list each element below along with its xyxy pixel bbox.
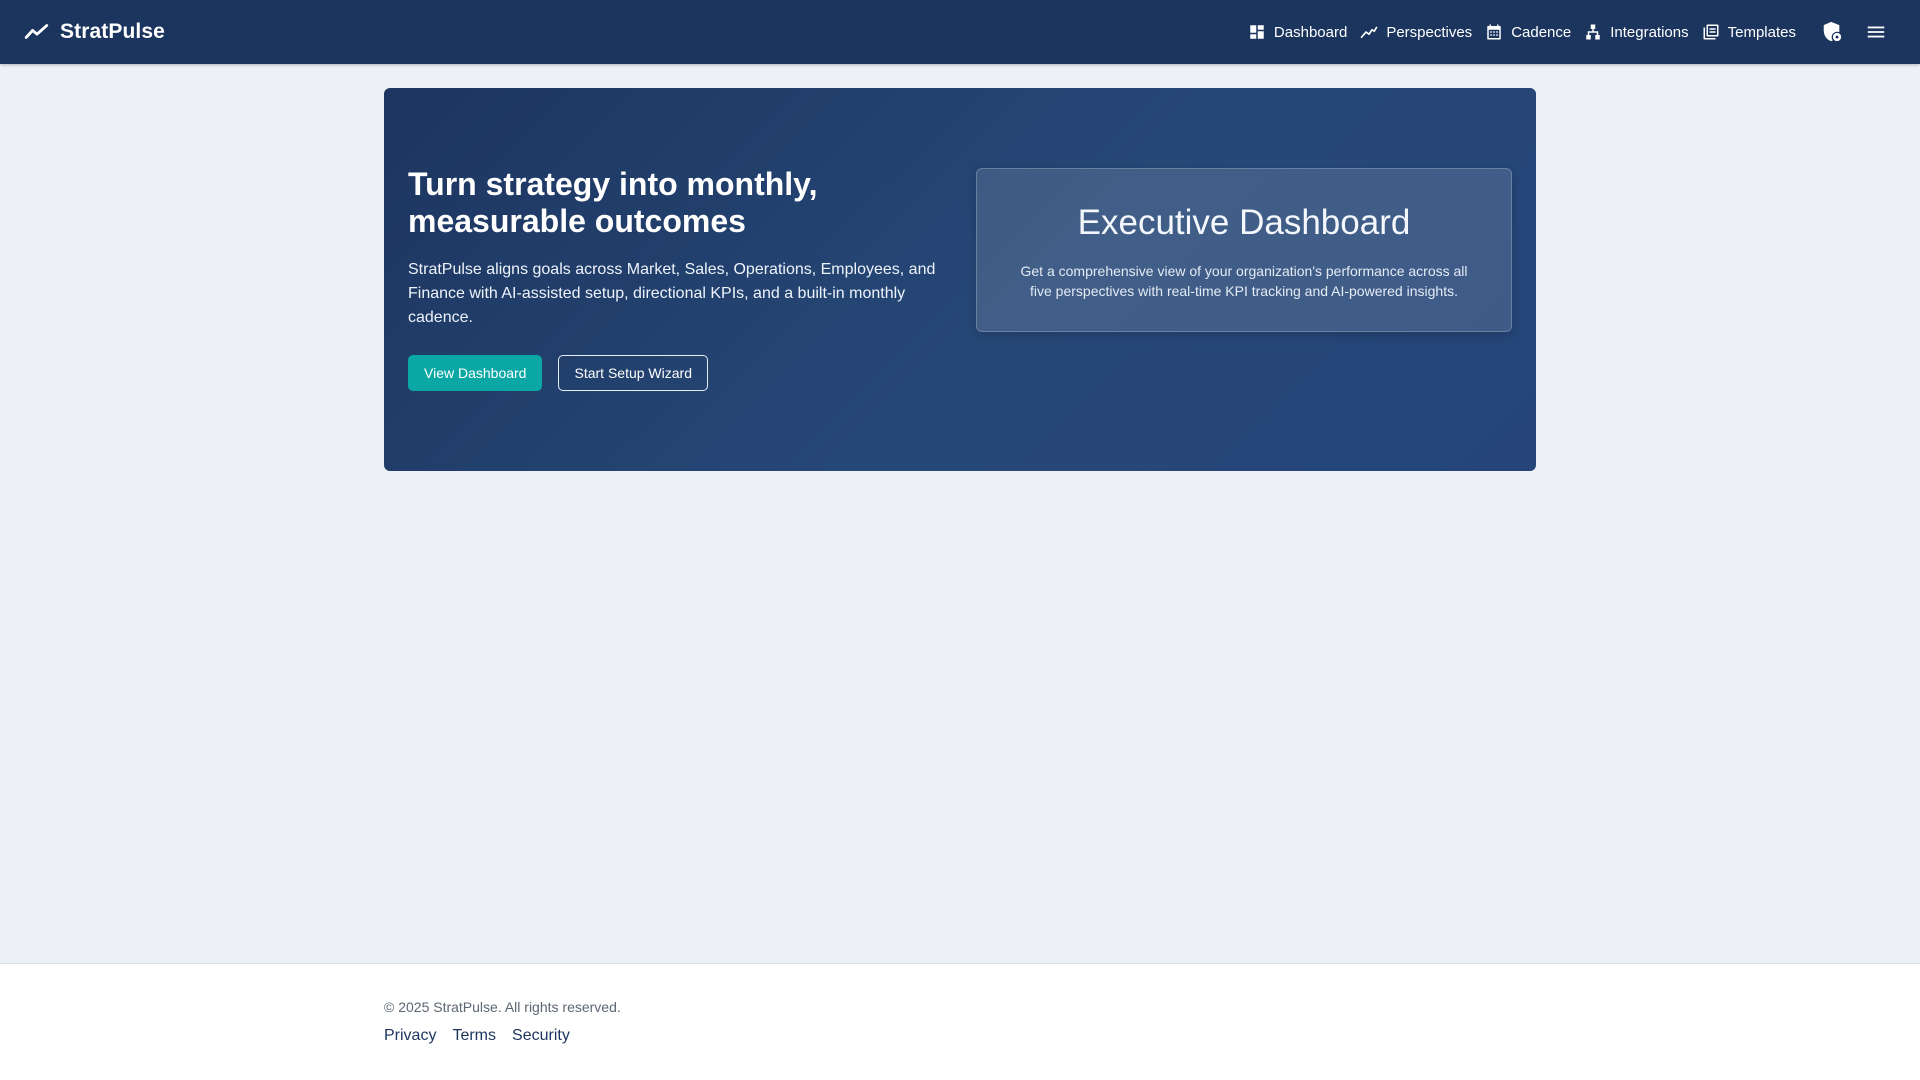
nav-item-templates[interactable]: Templates (1696, 12, 1802, 52)
footer: © 2025 StratPulse. All rights reserved. … (0, 963, 1920, 1080)
nav-item-dashboard[interactable]: Dashboard (1242, 12, 1353, 52)
footer-links: Privacy Terms Security (384, 1027, 570, 1045)
main-nav: Dashboard Perspectives Cadence Integrati… (1241, 12, 1896, 52)
nav-item-integrations[interactable]: Integrations (1578, 12, 1694, 52)
top-navbar: StratPulse Dashboard Perspectives Cadenc… (0, 0, 1920, 64)
hero-section: Turn strategy into monthly, measurable o… (384, 88, 1536, 471)
nav-item-label: Dashboard (1273, 23, 1348, 41)
security-policy-icon (1823, 21, 1842, 42)
dashboard-icon (1250, 25, 1264, 39)
trending-icon (1360, 26, 1378, 39)
brand-link[interactable]: StratPulse (24, 19, 165, 45)
calendar-icon (1487, 24, 1501, 40)
security-policy-button[interactable] (1812, 12, 1852, 52)
hero-content: Turn strategy into monthly, measurable o… (408, 166, 958, 391)
brand-name: StratPulse (60, 20, 165, 43)
start-setup-wizard-button[interactable]: Start Setup Wizard (558, 355, 708, 391)
trending-up-icon (24, 24, 49, 39)
nav-item-label: Perspectives (1386, 23, 1473, 41)
nav-item-label: Integrations (1610, 23, 1689, 41)
nav-item-label: Templates (1727, 23, 1796, 41)
security-link[interactable]: Security (512, 1027, 570, 1045)
executive-dashboard-card: Executive Dashboard Get a comprehensive … (976, 168, 1512, 332)
hero-actions: View Dashboard Start Setup Wizard (408, 355, 958, 391)
hero-title: Turn strategy into monthly, measurable o… (408, 166, 818, 239)
hierarchy-icon (1586, 24, 1600, 40)
executive-dashboard-title: Executive Dashboard (1077, 203, 1411, 242)
view-dashboard-button[interactable]: View Dashboard (408, 355, 543, 391)
menu-button[interactable] (1856, 12, 1896, 52)
executive-dashboard-description: Get a comprehensive view of your organiz… (1020, 263, 1468, 299)
privacy-link[interactable]: Privacy (384, 1027, 436, 1045)
terms-link[interactable]: Terms (452, 1027, 496, 1045)
nav-item-label: Cadence (1511, 23, 1572, 41)
library-icon (1703, 24, 1719, 40)
copyright-text: © 2025 StratPulse. All rights reserved. (384, 999, 621, 1015)
hero-description: StratPulse aligns goals across Market, S… (408, 261, 936, 326)
nav-item-cadence[interactable]: Cadence (1479, 12, 1577, 52)
nav-item-perspectives[interactable]: Perspectives (1354, 12, 1478, 52)
menu-icon (1867, 26, 1885, 38)
